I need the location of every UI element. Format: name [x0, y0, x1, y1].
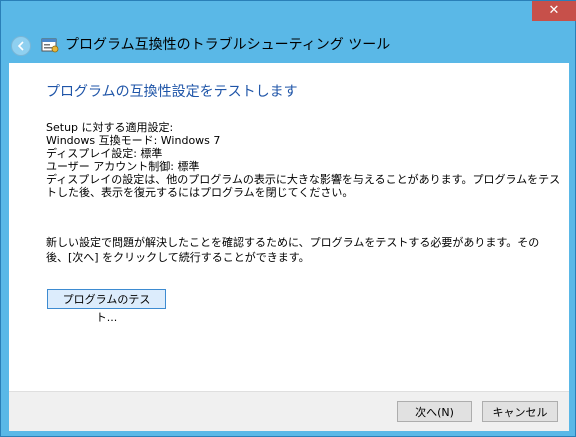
next-button[interactable]: 次へ(N)	[397, 401, 472, 422]
setting-compat-mode: Windows 互換モード: Windows 7	[46, 134, 221, 147]
setting-display: ディスプレイ設定: 標準	[46, 147, 163, 160]
close-button[interactable]: ✕	[532, 1, 576, 21]
settings-info: Setup に対する適用設定: Windows 互換モード: Windows 7…	[46, 121, 561, 199]
back-arrow-icon	[17, 41, 24, 51]
content-panel: プログラムの互換性設定をテストします Setup に対する適用設定: Windo…	[9, 63, 569, 391]
title-bar: プログラム互換性のトラブルシューティング ツール	[1, 27, 576, 63]
page-heading: プログラムの互換性設定をテストします	[46, 84, 298, 100]
test-program-button[interactable]: プログラムのテスト...	[47, 289, 166, 324]
cancel-button[interactable]: キャンセル	[482, 401, 558, 422]
footer-bar: 次へ(N) キャンセル	[9, 391, 569, 431]
troubleshooter-app-icon	[41, 38, 59, 53]
setting-uac: ユーザー アカウント制御: 標準	[46, 160, 200, 173]
back-button[interactable]	[11, 36, 31, 56]
instruction-text: 新しい設定で問題が解決したことを確認するために、プログラムをテストする必要があり…	[46, 236, 540, 264]
settings-header: Setup に対する適用設定:	[46, 121, 174, 134]
troubleshooter-window: ✕ プログラム互換性のトラブルシューティング ツール プログラムの互換性設定をテ…	[0, 0, 576, 437]
window-title: プログラム互換性のトラブルシューティング ツール	[65, 37, 391, 53]
display-note: ディスプレイの設定は、他のプログラムの表示に大きな影響を与えることがあります。プ…	[46, 173, 561, 199]
close-icon: ✕	[548, 3, 560, 18]
